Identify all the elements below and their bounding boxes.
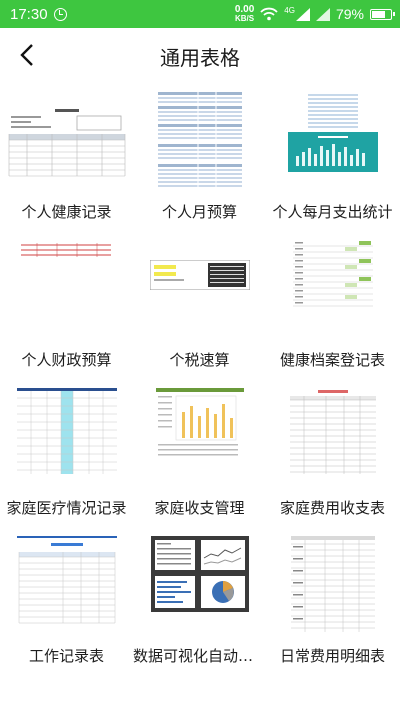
template-label: 数据可视化自动分... (133, 647, 266, 665)
template-thumbnail (133, 386, 266, 490)
spreadsheet-thumbnail (16, 536, 117, 626)
spreadsheet-thumbnail (157, 92, 242, 190)
spreadsheet-chart-thumbnail (155, 388, 244, 458)
template-thumbnail (266, 90, 399, 194)
template-thumbnail (266, 534, 399, 638)
template-card[interactable]: 个人月预算 (133, 82, 266, 230)
template-label: 个人月预算 (161, 203, 237, 221)
template-card[interactable]: 个人每月支出统计 (266, 82, 399, 230)
spreadsheet-thumbnail (16, 388, 117, 474)
battery-percent: 79% (335, 6, 364, 22)
template-thumbnail (266, 386, 399, 490)
signal-icon (295, 7, 310, 21)
template-label: 个人健康记录 (21, 203, 112, 221)
template-card[interactable]: 工作记录表 (0, 526, 133, 674)
template-card[interactable]: 数据可视化自动分... (133, 526, 266, 674)
template-label: 个人财政预算 (21, 351, 112, 369)
template-thumbnail (266, 238, 399, 342)
page-title: 通用表格 (160, 46, 240, 70)
template-label: 家庭医疗情况记录 (6, 499, 127, 517)
template-thumbnail (133, 534, 266, 638)
signal-icon-secondary (315, 7, 330, 21)
network-speed-value: 0.00 (234, 4, 255, 15)
battery-fill (372, 10, 385, 18)
status-time: 17:30 (10, 5, 48, 23)
template-card[interactable]: 个人健康记录 (0, 82, 133, 230)
template-card[interactable]: 个税速算 (133, 230, 266, 378)
network-speed: 0.00 KB/S (234, 4, 255, 24)
template-label: 工作记录表 (28, 647, 104, 665)
status-right: 0.00 KB/S 4G 79% (234, 4, 395, 24)
template-card[interactable]: 家庭收支管理 (133, 378, 266, 526)
template-card[interactable]: 日常费用明细表 (266, 526, 399, 674)
network-speed-unit: KB/S (235, 14, 255, 23)
template-label: 家庭费用收支表 (279, 499, 385, 517)
template-card[interactable]: 家庭医疗情况记录 (0, 378, 133, 526)
template-card[interactable]: 个人财政预算 (0, 230, 133, 378)
template-thumbnail (133, 238, 266, 342)
template-card[interactable]: 健康档案登记表 (266, 230, 399, 378)
template-card[interactable]: 家庭费用收支表 (266, 378, 399, 526)
template-thumbnail (0, 90, 133, 194)
spreadsheet-thumbnail (16, 240, 117, 260)
template-label: 个人每月支出统计 (272, 203, 393, 221)
template-label: 健康档案登记表 (279, 351, 385, 369)
template-thumbnail (0, 534, 133, 638)
alarm-icon (53, 7, 67, 21)
signal-label: 4G (284, 6, 295, 15)
spreadsheet-thumbnail (6, 106, 127, 178)
template-label: 个税速算 (169, 351, 230, 369)
spreadsheet-thumbnail (292, 240, 373, 310)
spreadsheet-thumbnail (289, 388, 376, 474)
wifi-icon (260, 7, 278, 21)
template-thumbnail (0, 386, 133, 490)
battery-icon (370, 8, 395, 20)
template-label: 家庭收支管理 (154, 499, 245, 517)
status-bar: 17:30 0.00 KB/S 4G 79% (0, 0, 400, 28)
spreadsheet-thumbnail (149, 260, 250, 290)
template-thumbnail (0, 238, 133, 342)
spreadsheet-thumbnail (290, 536, 375, 632)
template-label: 日常费用明细表 (279, 647, 385, 665)
navbar: 通用表格 (0, 28, 400, 82)
dashboard-thumbnail (150, 536, 249, 612)
template-thumbnail (133, 90, 266, 194)
spreadsheet-chart-thumbnail (287, 92, 378, 172)
